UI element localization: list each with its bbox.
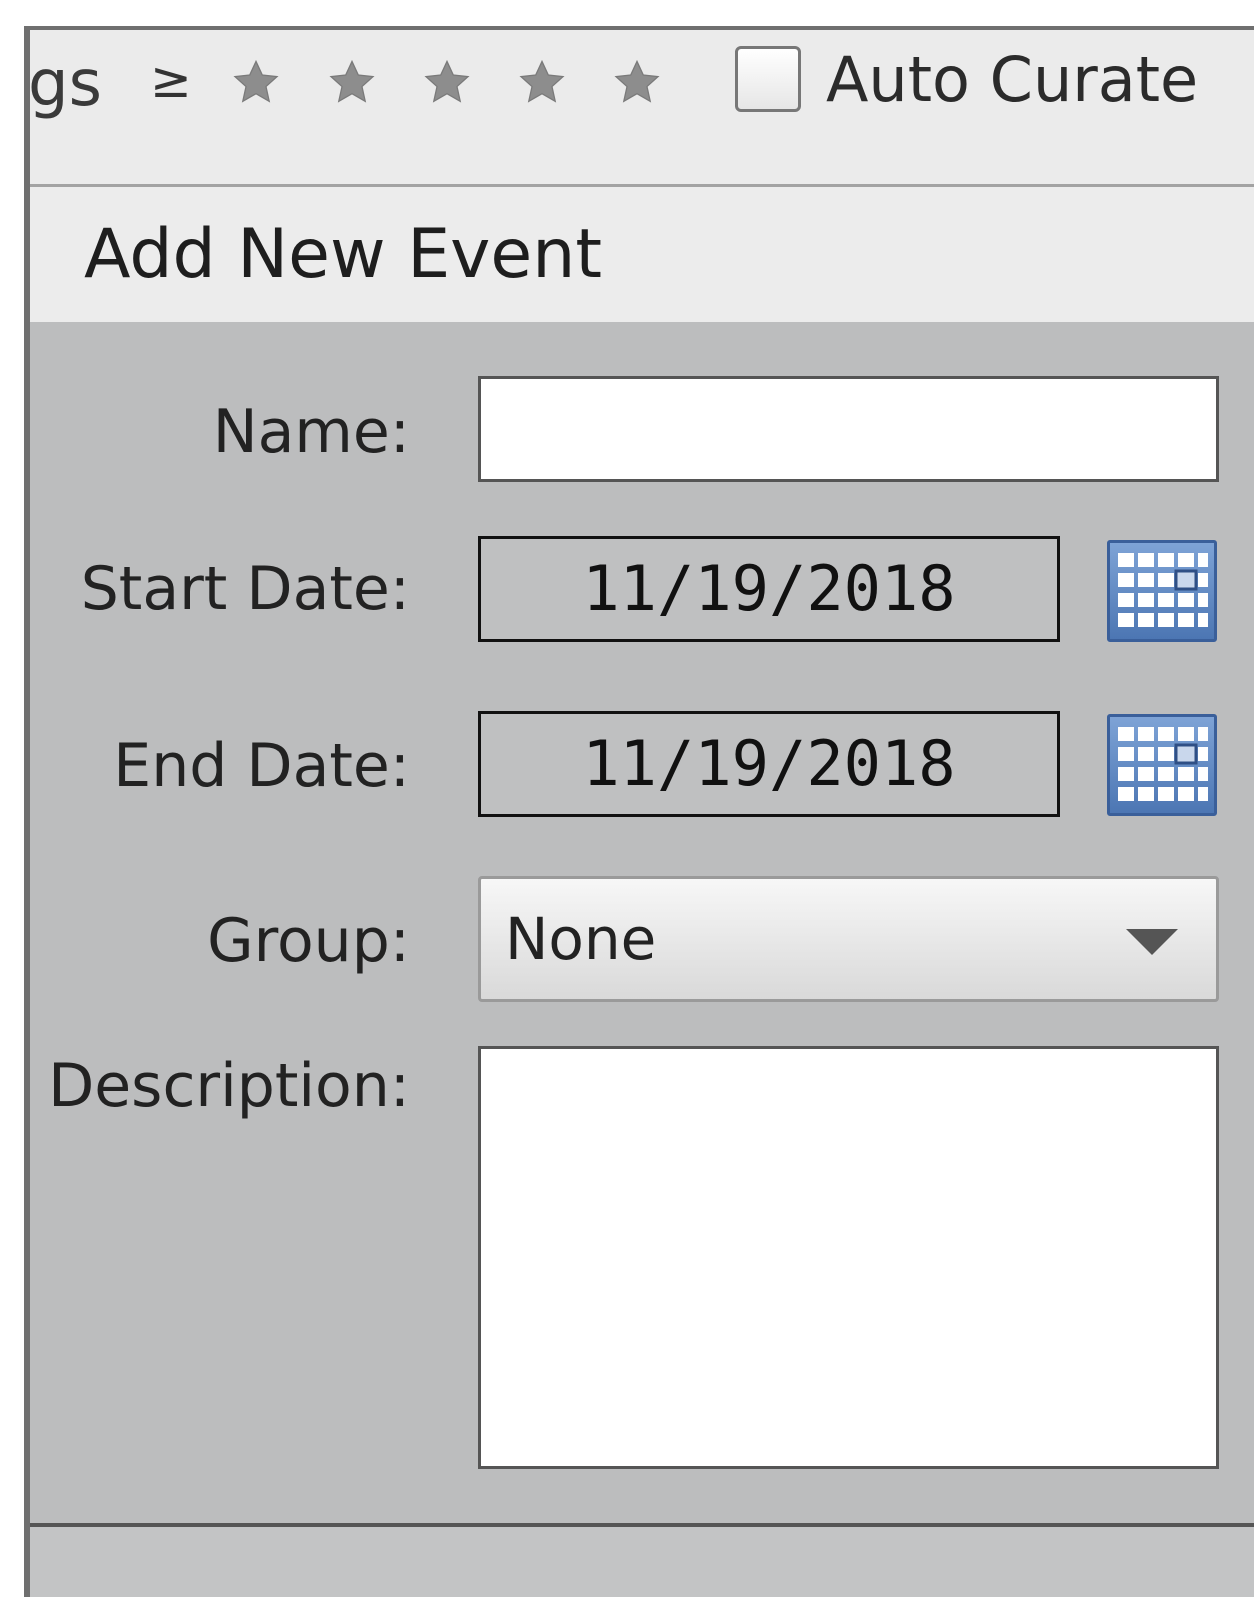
auto-curate-checkbox[interactable] xyxy=(735,46,801,112)
star-icon xyxy=(424,59,470,103)
star-icon xyxy=(233,59,279,103)
rating-star-1[interactable] xyxy=(230,56,282,108)
description-textarea[interactable] xyxy=(478,1046,1219,1469)
star-icon xyxy=(329,59,375,103)
calendar-icon xyxy=(1118,553,1208,627)
rating-star-4[interactable] xyxy=(516,56,568,108)
end-date-field[interactable]: 11/19/2018 xyxy=(478,711,1060,817)
start-date-label: Start Date: xyxy=(80,554,410,624)
ratings-filter-label: gs xyxy=(28,47,102,121)
start-date-field[interactable]: 11/19/2018 xyxy=(478,536,1060,642)
rating-star-2[interactable] xyxy=(326,56,378,108)
star-icon xyxy=(519,59,565,103)
name-label: Name: xyxy=(212,397,410,467)
auto-curate-label[interactable]: Auto Curate xyxy=(826,40,1198,120)
rating-star-3[interactable] xyxy=(421,56,473,108)
start-date-calendar-button[interactable] xyxy=(1107,540,1217,642)
end-date-label: End Date: xyxy=(113,731,410,801)
description-label: Description: xyxy=(48,1051,410,1121)
window-left-border xyxy=(24,28,30,1597)
chevron-down-icon xyxy=(1126,929,1178,955)
group-selected-value: None xyxy=(505,905,657,973)
panel-title: Add New Event xyxy=(84,215,603,294)
rating-operator-button[interactable]: ≥ xyxy=(150,48,192,112)
calendar-icon xyxy=(1118,727,1208,801)
group-select[interactable]: None xyxy=(478,876,1219,1002)
name-input[interactable] xyxy=(478,376,1219,482)
add-event-window: gs ≥ Auto Curate Add New Event Name: Sta… xyxy=(0,0,1254,1597)
group-label: Group: xyxy=(207,906,410,976)
star-icon xyxy=(614,59,660,103)
panel-footer xyxy=(30,1527,1254,1597)
end-date-calendar-button[interactable] xyxy=(1107,714,1217,816)
rating-star-5[interactable] xyxy=(611,56,663,108)
